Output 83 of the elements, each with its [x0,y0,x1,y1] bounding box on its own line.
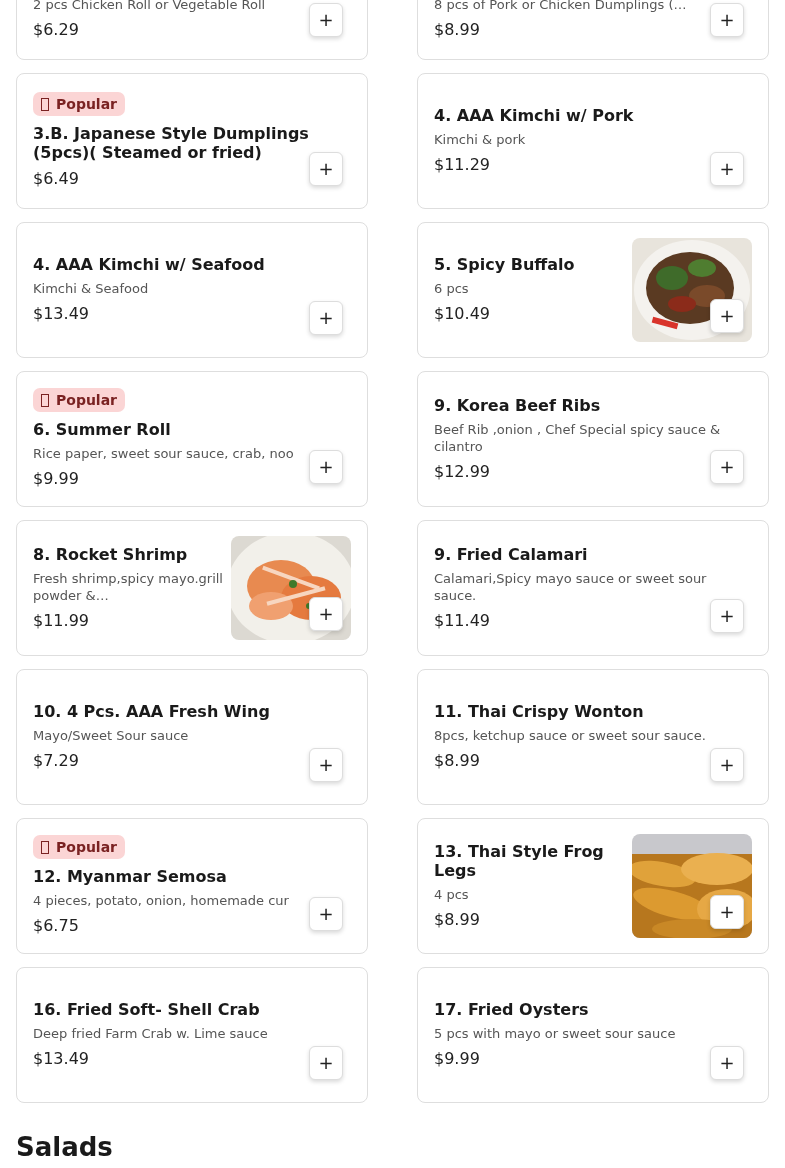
item-title: 3.B. Japanese Style Dumplings (5pcs)( Steamed or fried) [33,124,310,162]
item-title: 6. Summer Roll [33,420,172,439]
menu-item-card[interactable]: 8 pcs of Pork or Chicken Dumplings (… $8.99 + [417,0,769,60]
menu-item-card[interactable]: Popular 3.B. Japanese Style Dumplings (5pcs)( Steamed or fried) $6.49 + [16,73,368,209]
item-title: 4. AAA Kimchi w/ Seafood [33,255,266,274]
item-price: $13.49 [33,1048,89,1070]
add-button[interactable]: + [309,152,343,186]
item-price: $11.49 [434,609,490,632]
item-title: 17. Fried Oysters [434,1000,590,1019]
item-description: Fresh shrimp,spicy mayo.grill powder &… [33,569,224,604]
add-button[interactable]: + [710,152,744,186]
item-title: 9. Fried Calamari [434,544,589,564]
item-title: 5. Spicy Buffalo [434,255,576,274]
menu-item-card[interactable]: 17. Fried Oysters 5 pcs with mayo or sweet sour sauce $9.99 + [417,967,769,1103]
item-title: 8. Rocket Shrimp [33,544,189,564]
add-button[interactable]: + [309,897,343,931]
add-button[interactable]: + [309,301,343,335]
add-button[interactable]: + [710,299,744,333]
item-title: 13. Thai Style Frog Legs [434,841,605,880]
item-description: 8pcs, ketchup sauce or sweet sour sauce. [434,727,707,744]
menu-item-card[interactable]: Popular 6. Summer Roll Rice paper, sweet sour sauce, crab, noo $9.99 + [16,371,368,507]
add-button[interactable]: + [309,748,343,782]
badge-icon [41,393,49,407]
item-description: 4 pcs [434,885,470,903]
menu-item-card[interactable]: 9. Fried Calamari Calamari,Spicy mayo sauce or sweet sour sauce. $11.49 + [417,520,769,656]
item-title: 12. Myanmar Semosa [33,867,228,886]
menu-item-card[interactable]: 10. 4 Pcs. AAA Fresh Wing Mayo/Sweet Sour sauce $7.29 + [16,669,368,805]
item-description: 2 pcs Chicken Roll or Vegetable Roll [33,0,267,13]
item-description: Deep fried Farm Crab w. Lime sauce [33,1025,269,1042]
item-price: $9.99 [33,468,79,490]
item-description: Kimchi & pork [434,131,527,148]
menu-item-card[interactable]: 9. Korea Beef Ribs Beef Rib ,onion , Chef Special spicy sauce & cilantro $12.99 + [417,371,769,507]
item-price: $11.99 [33,609,89,632]
item-description: Calamari,Spicy mayo sauce or sweet sour sauce. [434,569,708,604]
item-description: Mayo/Sweet Sour sauce [33,727,190,744]
add-button[interactable]: + [710,748,744,782]
menu-item-card[interactable]: 4. AAA Kimchi w/ Pork Kimchi & pork $11.29 + [417,73,769,209]
add-button[interactable]: + [710,1046,744,1080]
menu-item-card[interactable]: 2 pcs Chicken Roll or Vegetable Roll $6.29 + [16,0,368,60]
item-description: 5 pcs with mayo or sweet sour sauce [434,1025,677,1042]
item-title: 4. AAA Kimchi w/ Pork [434,106,635,125]
add-button[interactable]: + [309,1046,343,1080]
item-description: Rice paper, sweet sour sauce, crab, noo [33,445,295,462]
section-heading: Salads [16,1133,114,1162]
item-price: $8.99 [434,908,480,931]
add-button[interactable]: + [309,450,343,484]
item-price: $7.29 [33,750,79,772]
badge-label: Popular [56,839,118,855]
menu-item-card[interactable]: 8. Rocket Shrimp Fresh shrimp,spicy mayo.grill powder &… $11.99 + [16,520,368,656]
item-price: $9.99 [434,1048,480,1070]
add-button[interactable]: + [309,3,343,37]
menu-item-card[interactable]: 5. Spicy Buffalo 6 pcs $10.49 + [417,222,769,358]
menu-item-card[interactable]: 11. Thai Crispy Wonton 8pcs, ketchup sauce or sweet sour sauce. $8.99 + [417,669,769,805]
item-price: $11.29 [434,154,490,176]
item-title: 10. 4 Pcs. AAA Fresh Wing [33,702,271,721]
menu-item-card[interactable]: 16. Fried Soft- Shell Crab Deep fried Farm Crab w. Lime sauce $13.49 + [16,967,368,1103]
item-price: $12.99 [434,460,490,483]
add-button[interactable]: + [309,597,343,631]
menu-item-card[interactable]: 4. AAA Kimchi w/ Seafood Kimchi & Seafood $13.49 + [16,222,368,358]
add-button[interactable]: + [710,3,744,37]
menu-item-card[interactable]: Popular 12. Myanmar Semosa 4 pieces, potato, onion, homemade cur $6.75 + [16,818,368,954]
menu-item-card[interactable]: 13. Thai Style Frog Legs 4 pcs $8.99 + [417,818,769,954]
badge-label: Popular [56,96,118,112]
item-price: $13.49 [33,303,89,325]
item-price: $10.49 [434,303,490,325]
badge-icon [41,840,49,854]
add-button[interactable]: + [710,895,744,929]
item-description: 4 pieces, potato, onion, homemade cur [33,892,290,909]
add-button[interactable]: + [710,599,744,633]
item-price: $6.75 [33,915,79,937]
item-title: 16. Fried Soft- Shell Crab [33,1000,261,1019]
item-description: Kimchi & Seafood [33,280,150,297]
item-price: $8.99 [434,19,480,41]
item-description: 6 pcs [434,280,470,297]
item-price: $8.99 [434,750,480,772]
badge-icon [41,97,49,111]
item-description: 8 pcs of Pork or Chicken Dumplings (… [434,0,688,13]
item-price: $6.29 [33,19,79,41]
add-button[interactable]: + [710,450,744,484]
item-title: 9. Korea Beef Ribs [434,395,602,415]
item-title: 11. Thai Crispy Wonton [434,702,645,721]
badge-label: Popular [56,392,118,408]
item-price: $6.49 [33,168,79,190]
